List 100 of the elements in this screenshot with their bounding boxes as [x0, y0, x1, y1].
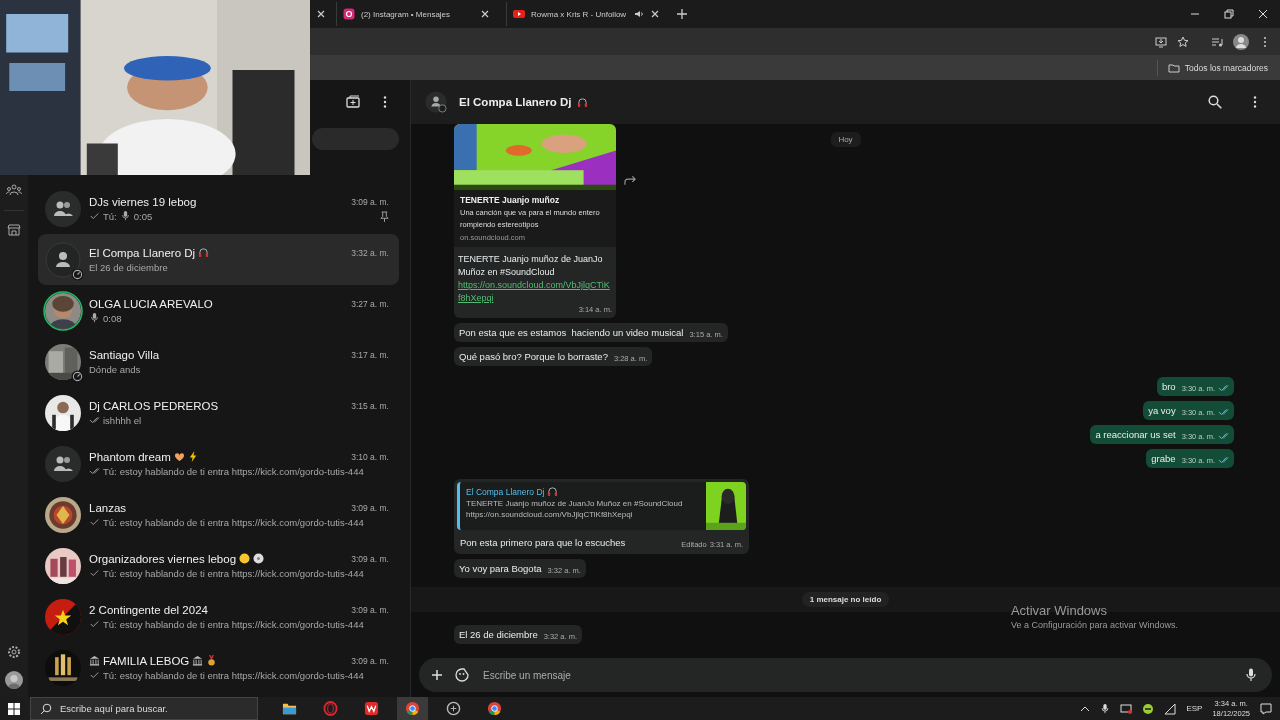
sticker-icon[interactable] — [455, 668, 469, 682]
camera-icon — [343, 8, 355, 20]
chat-time: 3:09 a. m. — [351, 502, 389, 513]
chat-item[interactable]: Lanzas 3:09 a. m. Tú: estoy hablando de ti entra https://kick.com/gordo-tutis-444 — [38, 489, 399, 540]
person-avatar-icon[interactable] — [425, 91, 447, 113]
sender-label: Tú: — [103, 516, 117, 528]
message-preview: estoy hablando de ti entra https://kick.com/gordo-tutis-444 — [119, 516, 364, 528]
chat-item[interactable]: FAMILIA LEBOG 3:09 a. m. Tú: estoy hablando de ti entra https://kick.com/gordo-tutis-444 — [38, 642, 399, 693]
building-icon — [89, 655, 100, 666]
message-preview: estoy hablando de ti entra https://kick.com/gordo-tutis-444 — [119, 465, 364, 477]
chat-time: 3:09 a. m. — [351, 655, 389, 666]
folder-icon[interactable] — [282, 701, 297, 716]
quote-text: TENERTE Juanjo muñoz de JuanJo Muñoz en #SoundCloud — [466, 499, 683, 508]
chat-name: Lanzas — [89, 501, 127, 514]
chat-item[interactable]: El Compa Llanero Dj 3:32 a. m. El 26 de diciembre — [38, 234, 399, 285]
medal-icon — [206, 655, 218, 666]
media-icon[interactable] — [1211, 35, 1223, 48]
voice-duration: 0:05 — [133, 210, 153, 222]
chat-name: OLGA LUCIA AREVALO — [89, 297, 213, 310]
close-icon[interactable] — [1258, 9, 1268, 19]
plus-icon[interactable] — [431, 669, 443, 681]
check-icon — [89, 211, 100, 221]
ring-icon[interactable] — [323, 701, 338, 716]
taskbar-search[interactable]: Escribe aquí para buscar. — [30, 697, 258, 720]
star-icon[interactable] — [1177, 35, 1189, 48]
message-text: El 26 de diciembre — [459, 628, 538, 641]
message-preview: estoy hablando de ti entra https://kick.com/gordo-tutis-444 — [119, 567, 364, 579]
chat-time: 3:15 a. m. — [351, 400, 389, 411]
chat-name: 2 Contingente del 2024 — [89, 603, 208, 616]
message-preview: El 26 de diciembre — [89, 261, 168, 273]
close-icon[interactable] — [650, 9, 660, 19]
microphone-icon — [121, 211, 129, 221]
message-text: Qué pasó bro? Porque lo borraste? — [459, 350, 608, 363]
chat-item[interactable]: Phantom dream 3:10 a. m. Tú: estoy hablando de ti entra https://kick.com/gordo-tutis-444 — [38, 438, 399, 489]
voice-duration: 0:08 — [103, 312, 122, 324]
browser-tab[interactable]: Rowma x Kris R - Unfollow — [506, 2, 666, 26]
quoted-message[interactable]: El Compa Llanero Dj TENERTE Juanjo muñoz de JuanJo Muñoz en #SoundCloud https://on.soundcloud.com/VbJjlqCTiKf8hXepqi — [457, 482, 746, 530]
new-tab-icon[interactable] — [676, 8, 688, 20]
double-check-icon — [89, 415, 100, 425]
browser-icon[interactable] — [487, 701, 502, 716]
monitor-icon[interactable] — [1120, 702, 1133, 715]
windows-icon[interactable] — [8, 702, 20, 715]
chat-item[interactable]: Santiago Villa 3:17 a. m. Dónde ands — [38, 336, 399, 387]
app-icon[interactable] — [446, 701, 461, 716]
chat-item[interactable]: DJs viernes 19 lebog 3:09 a. m. Tú: 0:05 — [38, 183, 399, 234]
communities-icon[interactable] — [6, 182, 22, 198]
install-icon[interactable] — [1155, 35, 1167, 48]
quote-link: https://on.soundcloud.com/VbJjlqCTiKf8hXepqi — [466, 510, 634, 519]
browser-tab[interactable]: (2) Instagram • Mensajes — [336, 2, 496, 26]
wifi-icon[interactable] — [1164, 702, 1177, 715]
message-input[interactable]: Escribe un mensaje — [481, 668, 1232, 682]
chat-name: Santiago Villa — [89, 348, 160, 361]
message-text: grabe — [1151, 452, 1176, 465]
chat-item[interactable]: Dj CARLOS PEDREROS 3:15 a. m. ishhhh el — [38, 387, 399, 438]
check-icon — [89, 670, 100, 680]
chat-name: Dj CARLOS PEDREROS — [89, 399, 219, 412]
new-chat-icon[interactable] — [346, 95, 360, 109]
message-link[interactable]: https://on.soundcloud.com/VbJjlqCTiKf8hXepqi — [454, 279, 616, 305]
check-icon — [89, 517, 100, 527]
close-icon[interactable] — [316, 9, 326, 19]
chat-item[interactable]: 2 Contingente del 2024 3:09 a. m. Tú: estoy hablando de ti entra https://kick.com/gordo-tutis-444 — [38, 591, 399, 642]
browser-taskbar-button[interactable] — [397, 697, 428, 720]
chat-name: DJs viernes 19 lebog — [89, 195, 197, 208]
chat-item[interactable]: OLGA LUCIA AREVALO 3:27 a. m. 0:08 — [38, 285, 399, 336]
check-icon — [89, 568, 100, 578]
chat-item[interactable]: Organizadores viernes lebog 3:09 a. m. Tú: estoy hablando de ti entra https://kick.com/gordo-tutis-444 — [38, 540, 399, 591]
message-preview: estoy hablando de ti entra https://kick.com/gordo-tutis-444 — [119, 618, 364, 630]
headphones-icon — [577, 96, 589, 108]
message-text: a reaccionar us set — [1095, 428, 1176, 441]
restore-icon[interactable] — [1224, 9, 1234, 19]
preview-title: TENERTE Juanjo muñoz — [460, 195, 561, 205]
forward-icon[interactable] — [624, 176, 637, 186]
building-icon — [192, 655, 204, 666]
sender-label: Tú: — [103, 210, 117, 222]
status-dot-icon[interactable] — [1142, 702, 1155, 715]
bookmark-folder[interactable]: Todos los marcadores — [1156, 59, 1272, 76]
chat-time: 3:09 a. m. — [351, 553, 389, 564]
chat-name: Phantom dream — [89, 450, 171, 463]
language-indicator[interactable]: ESP — [1186, 704, 1203, 713]
search-icon[interactable] — [1208, 95, 1222, 109]
close-icon[interactable] — [480, 9, 490, 19]
check-icon — [89, 619, 100, 629]
chat-time: 3:09 a. m. — [351, 604, 389, 615]
message-field[interactable]: Escribe un mensaje — [419, 658, 1272, 692]
double-check-icon — [89, 466, 100, 476]
chat-name: FAMILIA LEBOG — [103, 654, 190, 667]
settings-icon[interactable] — [7, 645, 21, 659]
message-text: Yo voy para Bogota — [459, 562, 542, 575]
microphone-icon[interactable] — [1244, 668, 1258, 682]
message-text: TENERTE Juanjo muñoz de JuanJo Muñoz en #SoundCloud — [457, 253, 604, 279]
office-app-icon[interactable] — [364, 701, 379, 716]
sender-label: Tú: — [103, 465, 117, 477]
message-text: ya voy — [1148, 404, 1176, 417]
store-icon[interactable] — [7, 223, 21, 237]
notification-icon[interactable] — [1260, 702, 1272, 715]
message-preview: Dónde ands — [89, 363, 141, 375]
contact-name[interactable]: El Compa Llanero Dj — [459, 96, 572, 108]
speaker-icon[interactable] — [634, 9, 644, 19]
headphones-icon — [547, 486, 559, 497]
microphone-icon[interactable] — [1100, 703, 1111, 714]
